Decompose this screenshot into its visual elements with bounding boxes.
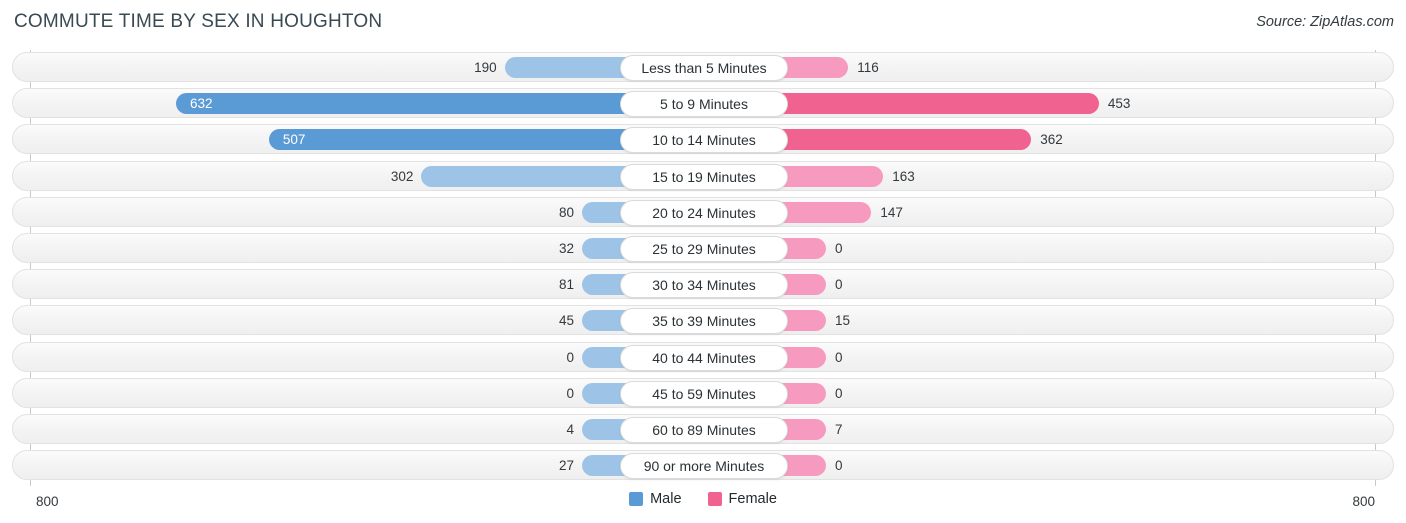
bar-value-male: 0 [566,385,574,401]
bar-value-male: 27 [558,458,574,474]
bar-value-male: 45 [558,313,574,329]
category-label: 30 to 34 Minutes [620,272,788,299]
row-inner: 507 362 10 to 14 Minutes [13,125,1393,154]
table-row[interactable]: 32 0 25 to 29 Minutes [12,233,1394,263]
table-row[interactable]: 632 453 5 to 9 Minutes [12,88,1394,119]
row-inner: 32 0 25 to 29 Minutes [13,234,1393,262]
bar-value-male: 4 [566,422,574,437]
legend-label: Male [650,491,682,507]
bar-value-male: 632 [189,96,213,112]
category-label: 15 to 19 Minutes [620,163,788,190]
table-row[interactable]: 4 7 60 to 89 Minutes [12,414,1394,444]
chart-plot-area: 190 116 Less than 5 Minutes 632 453 5 to 9 Mi… [0,46,1406,486]
category-label: 35 to 39 Minutes [620,308,788,335]
source-attribution: Source: ZipAtlas.com [1256,14,1394,30]
row-inner: 0 0 45 to 59 Minutes [13,379,1393,407]
table-row[interactable]: 45 15 35 to 39 Minutes [12,305,1394,336]
bar-value-female: 147 [880,204,903,220]
legend-male[interactable]: Male [629,491,682,507]
row-inner: 302 163 15 to 19 Minutes [13,162,1393,190]
legend-label: Female [728,491,777,507]
table-row[interactable]: 507 362 10 to 14 Minutes [12,124,1394,155]
bar-value-female: 7 [835,422,843,437]
bar-male[interactable] [268,129,646,151]
bar-value-male: 32 [558,241,574,256]
bar-value-female: 0 [835,385,843,401]
category-label: Less than 5 Minutes [620,55,788,81]
bar-value-male: 81 [558,277,574,293]
table-row[interactable]: 0 0 45 to 59 Minutes [12,377,1394,408]
row-inner: 4 7 60 to 89 Minutes [13,415,1393,443]
chart-footer: 800 800 Male Female [0,486,1406,523]
row-inner: 190 116 Less than 5 Minutes [13,53,1393,81]
category-label: 60 to 89 Minutes [620,417,788,443]
category-label: 40 to 44 Minutes [620,344,788,371]
bar-male[interactable] [175,93,646,115]
category-label: 45 to 59 Minutes [620,380,788,407]
bar-value-female: 163 [892,168,915,184]
row-inner: 80 147 20 to 24 Minutes [13,198,1393,226]
bar-female[interactable] [762,93,1099,115]
bar-value-male: 0 [566,349,574,365]
table-row[interactable]: 190 116 Less than 5 Minutes [12,52,1394,82]
category-label: 25 to 29 Minutes [620,236,788,262]
category-label: 20 to 24 Minutes [620,199,788,226]
bar-value-female: 0 [835,349,843,365]
page-title: COMMUTE TIME BY SEX IN HOUGHTON [14,11,383,32]
chart-legend: Male Female [0,492,1406,506]
bar-male[interactable] [421,165,646,187]
table-row[interactable]: 27 0 90 or more Minutes [12,450,1394,481]
legend-swatch-icon [707,492,722,506]
table-row[interactable]: 81 0 30 to 34 Minutes [12,269,1394,300]
bar-value-female: 0 [835,241,843,256]
bar-value-male: 507 [282,132,306,148]
category-label: 5 to 9 Minutes [620,91,788,118]
bar-value-female: 116 [857,60,879,75]
bar-value-female: 0 [835,458,843,474]
bar-value-male: 302 [390,168,414,184]
table-row[interactable]: 80 147 20 to 24 Minutes [12,196,1394,227]
bar-value-male: 80 [558,204,574,220]
bar-value-male: 190 [474,60,497,75]
row-inner: 27 0 90 or more Minutes [13,451,1393,480]
row-inner: 0 0 40 to 44 Minutes [13,343,1393,371]
legend-female[interactable]: Female [707,491,777,507]
table-row[interactable]: 0 0 40 to 44 Minutes [12,341,1394,372]
legend-swatch-icon [629,492,644,506]
bar-value-female: 362 [1040,132,1063,148]
table-row[interactable]: 302 163 15 to 19 Minutes [12,160,1394,191]
bar-value-female: 0 [835,277,843,293]
bar-value-female: 15 [835,313,851,329]
bar-value-female: 453 [1107,96,1131,112]
category-label: 10 to 14 Minutes [620,127,788,154]
row-inner: 81 0 30 to 34 Minutes [13,270,1393,299]
chart-header: COMMUTE TIME BY SEX IN HOUGHTON Source: … [0,0,1406,46]
row-inner: 45 15 35 to 39 Minutes [13,306,1393,335]
bar-female[interactable] [762,129,1032,151]
category-label: 90 or more Minutes [620,453,788,480]
row-inner: 632 453 5 to 9 Minutes [13,89,1393,118]
